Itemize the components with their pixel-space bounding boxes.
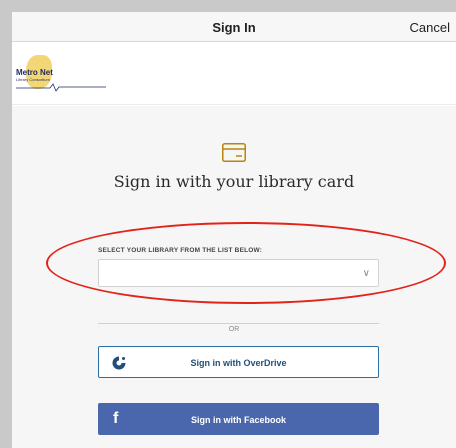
- metronet-logo: Metro Net Library Consortium: [16, 55, 106, 93]
- sign-in-content: Sign in with your library card SELECT YO…: [12, 106, 456, 448]
- facebook-button-label: Sign in with Facebook: [190, 415, 286, 425]
- logo-pulse-line: [16, 83, 106, 92]
- logo-name: Metro Net: [16, 68, 53, 77]
- sign-in-heading: Sign in with your library card: [113, 172, 355, 191]
- red-highlight-ellipse: [46, 222, 446, 304]
- divider-or-text: OR: [222, 326, 246, 333]
- facebook-sign-in-button[interactable]: f Sign in with Facebook: [98, 403, 379, 435]
- top-bar: Sign In Cancel: [12, 12, 456, 42]
- cancel-button[interactable]: Cancel: [410, 20, 450, 35]
- credit-card-icon: [222, 143, 246, 162]
- overdrive-button-label: Sign in with OverDrive: [190, 358, 287, 368]
- window-frame: Sign In Cancel Metro Net Library Consort…: [0, 0, 456, 448]
- divider: OR: [12, 318, 456, 336]
- page-title: Sign In: [212, 20, 256, 35]
- sign-in-sheet: Sign In Cancel Metro Net Library Consort…: [12, 12, 456, 448]
- overdrive-sign-in-button[interactable]: Sign in with OverDrive: [98, 346, 379, 378]
- library-logo-bar: Metro Net Library Consortium: [12, 43, 456, 105]
